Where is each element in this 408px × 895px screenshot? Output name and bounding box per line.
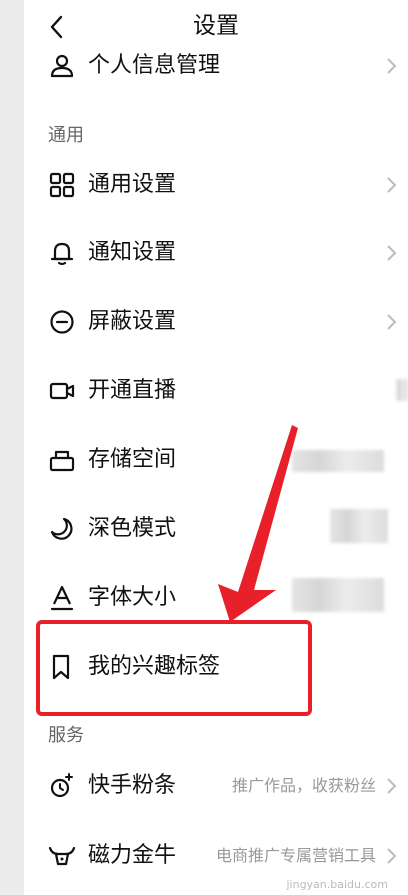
settings-item-block[interactable]: 屏蔽设置 [24,288,408,356]
grid-icon [49,172,75,198]
settings-item-subtitle: 电商推广专属营销工具 [215,846,376,865]
settings-item-label: 磁力金牛 [88,843,177,868]
highlight-box [36,620,312,716]
moon-icon [50,517,73,540]
settings-item-general[interactable]: 通用设置 [24,151,408,219]
storage-box-icon [49,450,75,472]
settings-item-storage[interactable]: 存储空间 [24,426,408,494]
blurred-value [330,509,388,543]
blurred-value [396,379,408,401]
settings-item-label: 字体大小 [88,585,177,610]
bull-icon [48,846,76,866]
video-camera-icon [49,382,75,400]
chevron-right-icon [387,314,397,330]
settings-item-fenti[interactable]: 快手粉条 推广作品，收获粉丝 [24,752,408,820]
settings-item-label: 通知设置 [88,240,177,265]
settings-item-personal-info[interactable]: 个人信息管理 [24,32,408,100]
watermark: jingyan.baidu.com [286,878,388,891]
settings-item-label: 深色模式 [88,516,177,541]
settings-item-label: 屏蔽设置 [88,309,177,334]
section-label-service: 服务 [48,725,84,746]
chevron-right-icon [387,778,397,794]
settings-item-live[interactable]: 开通直播 [24,357,408,425]
settings-item-label: 个人信息管理 [88,53,221,78]
settings-item-subtitle: 推广作品，收获粉丝 [231,776,376,795]
chevron-right-icon [387,58,397,74]
minus-circle-icon [50,310,74,334]
section-label-general: 通用 [48,125,84,146]
rocket-plus-icon [50,773,73,798]
font-size-icon [50,585,74,611]
chevron-right-icon [387,177,397,193]
bell-icon [50,242,74,266]
settings-item-label: 快手粉条 [88,773,177,798]
settings-item-label: 开通直播 [88,378,177,403]
blurred-value [292,578,384,612]
person-icon [50,54,74,78]
settings-item-dark-mode[interactable]: 深色模式 [24,495,408,563]
chevron-right-icon [387,245,397,261]
settings-item-notification[interactable]: 通知设置 [24,219,408,287]
blurred-value [292,450,384,472]
settings-item-label: 存储空间 [88,447,177,472]
settings-screen: 设置 个人信息管理 通用 通用设置 通知设置 屏蔽设置 开通直播 存储空间 深色… [24,0,408,895]
chevron-right-icon [387,848,397,864]
settings-item-label: 通用设置 [88,172,177,197]
